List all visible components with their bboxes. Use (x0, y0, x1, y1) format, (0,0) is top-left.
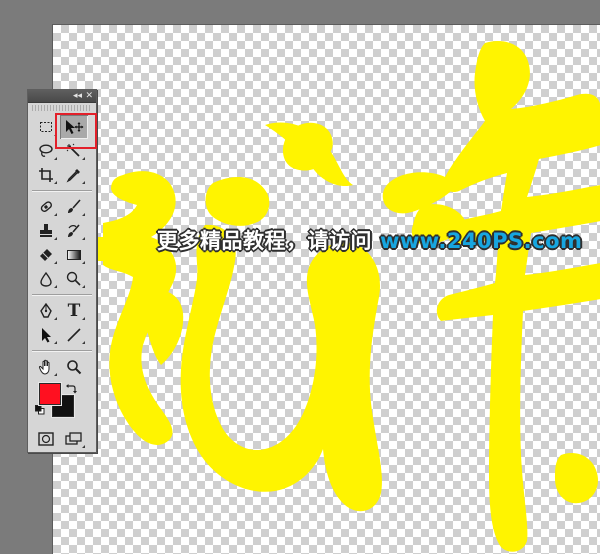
brush-tool-button[interactable] (60, 195, 88, 219)
submenu-indicator (54, 181, 57, 184)
tool-row (28, 195, 96, 219)
healing-tool-button[interactable] (32, 195, 60, 219)
submenu-indicator (82, 285, 85, 288)
crop-tool-button[interactable] (32, 163, 60, 187)
tool-row (28, 243, 96, 267)
submenu-indicator (54, 237, 57, 240)
tool-grid: T (28, 115, 96, 379)
tool-row (28, 323, 96, 347)
pen-icon (40, 303, 52, 318)
line-tool-button[interactable] (60, 323, 88, 347)
submenu-indicator (54, 157, 57, 160)
crop-icon (39, 168, 53, 182)
type-icon: T (67, 301, 81, 321)
tool-row (28, 355, 96, 379)
magic-wand-icon (66, 143, 80, 157)
submenu-indicator (54, 261, 57, 264)
submenu-indicator (82, 237, 85, 240)
tool-separator (32, 294, 92, 296)
submenu-indicator (82, 157, 85, 160)
submenu-indicator (54, 133, 57, 136)
tool-separator (32, 190, 92, 192)
dodge-icon (66, 271, 81, 286)
brush-icon (68, 199, 81, 213)
default-colors-icon[interactable] (35, 405, 45, 415)
lasso-icon (39, 144, 53, 157)
panel-grip[interactable] (32, 105, 92, 111)
line-icon (67, 328, 81, 342)
submenu-indicator (82, 445, 85, 448)
eyedropper-icon (66, 169, 80, 183)
spot-healing-brush-icon (40, 201, 52, 212)
document-canvas[interactable]: 更多精品教程，请访问 www.240PS.com (52, 24, 600, 554)
tool-row (28, 115, 96, 139)
watermark-chinese: 更多精品教程，请访问 (157, 229, 372, 253)
history-brush-icon (68, 224, 80, 237)
gradient-tool-button[interactable] (60, 243, 88, 267)
tool-row: T (28, 299, 96, 323)
gradient-icon (67, 250, 81, 260)
lasso-tool-button[interactable] (32, 139, 60, 163)
tools-panel: ◂◂ ✕ T (27, 89, 97, 453)
watermark-url: www.240PS.com (380, 229, 583, 253)
path-selection-tool-button[interactable] (32, 323, 60, 347)
submenu-indicator (54, 341, 57, 344)
submenu-indicator (82, 261, 85, 264)
hand-icon (38, 359, 50, 375)
collapse-icon[interactable]: ◂◂ (73, 90, 82, 102)
tool-row (28, 163, 96, 187)
type-tool-button[interactable]: T (60, 299, 88, 323)
submenu-indicator (82, 181, 85, 184)
tools-panel-titlebar[interactable]: ◂◂ ✕ (28, 90, 96, 103)
eraser-icon (40, 249, 52, 261)
clone-stamp-tool-button[interactable] (32, 219, 60, 243)
close-icon[interactable]: ✕ (85, 90, 93, 102)
screen-mode-icon (65, 432, 82, 445)
swap-colors-icon[interactable] (65, 383, 77, 395)
clone-stamp-icon (40, 224, 52, 237)
quick-mask-icon (38, 432, 54, 446)
blur-icon (40, 271, 52, 287)
tool-row (28, 139, 96, 163)
magic-wand-tool-button[interactable] (60, 139, 88, 163)
foreground-color-swatch[interactable] (39, 383, 61, 405)
move-tool-button[interactable] (60, 115, 88, 139)
tool-row (28, 219, 96, 243)
submenu-indicator (54, 213, 57, 216)
eraser-tool-button[interactable] (32, 243, 60, 267)
tool-row (28, 267, 96, 291)
submenu-indicator (82, 317, 85, 320)
submenu-indicator (82, 341, 85, 344)
marquee-tool-button[interactable] (32, 115, 60, 139)
submenu-indicator (54, 373, 57, 376)
zoom-icon (67, 360, 82, 375)
path-selection-icon (42, 328, 51, 343)
zoom-tool-button[interactable] (60, 355, 88, 379)
yellow-calligraphy-artwork (89, 41, 600, 552)
pen-tool-button[interactable] (32, 299, 60, 323)
hand-tool-button[interactable] (32, 355, 60, 379)
quick-mask-button[interactable] (32, 427, 60, 451)
watermark-text: 更多精品教程，请访问 www.240PS.com (157, 225, 582, 255)
submenu-indicator (54, 285, 57, 288)
screen-mode-button[interactable] (60, 427, 88, 451)
mode-row (28, 427, 96, 451)
submenu-indicator (54, 317, 57, 320)
dodge-tool-button[interactable] (60, 267, 88, 291)
color-swatches (28, 381, 96, 425)
history-brush-tool-button[interactable] (60, 219, 88, 243)
rectangular-marquee-icon (40, 122, 52, 132)
move-icon (66, 120, 84, 134)
blur-tool-button[interactable] (32, 267, 60, 291)
photoshop-workspace: 更多精品教程，请访问 www.240PS.com ◂◂ ✕ T (0, 0, 600, 554)
submenu-indicator (82, 213, 85, 216)
tool-separator (32, 350, 92, 352)
eyedropper-tool-button[interactable] (60, 163, 88, 187)
